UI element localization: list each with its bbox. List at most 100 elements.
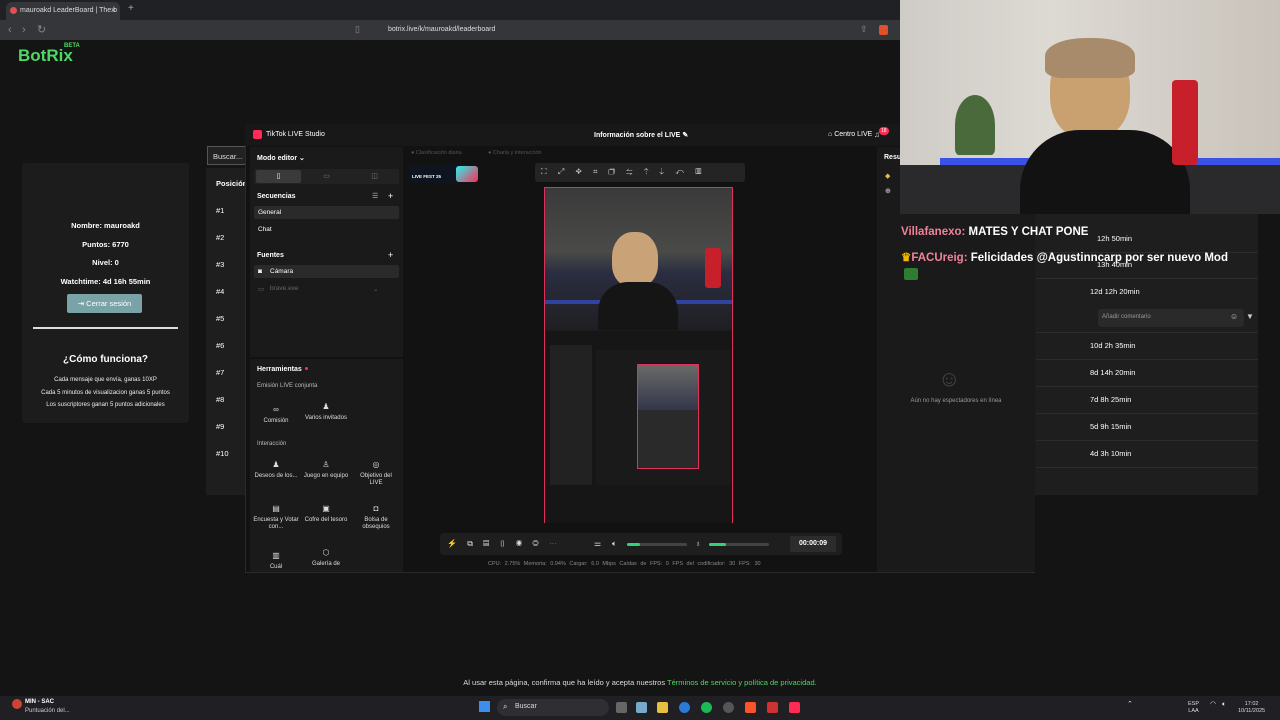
list-icon[interactable]: ☰ [372, 192, 378, 200]
undo-icon[interactable]: ↶ [675, 167, 684, 176]
add-sequence-icon[interactable]: + [388, 191, 393, 201]
tool-label: Juego en equipo [303, 473, 349, 479]
microphone-icon[interactable]: ♁ [695, 539, 701, 548]
search-input[interactable]: Buscar... [207, 146, 247, 165]
quiz-tool[interactable]: ▥ Cuál [253, 552, 299, 571]
split-icon[interactable]: ◫ [352, 170, 397, 183]
file-explorer-icon[interactable] [657, 702, 668, 713]
commission-tool[interactable]: ∞ Comisión [253, 406, 299, 425]
windows-start-icon[interactable] [479, 701, 490, 712]
new-tab-icon[interactable]: + [128, 3, 134, 14]
phone-icon[interactable]: ▯ [499, 539, 505, 548]
language-indicator[interactable]: ESP LAA [1188, 701, 1199, 715]
mixer-icon[interactable]: ⚌ [594, 539, 601, 548]
watchtime-cell: 12d 12h 20min [1090, 287, 1140, 296]
live-info-link[interactable]: Información sobre el LIVE ✎ [594, 131, 688, 139]
screenshot-icon[interactable]: ▤ [483, 539, 489, 548]
tray-chevron-icon[interactable]: ⌃ [1127, 701, 1133, 708]
brave-icon[interactable] [745, 702, 756, 713]
layer-down-icon[interactable]: ⇣ [660, 167, 665, 176]
gift-bag-tool[interactable]: ◘ Bolsa de obsequios [353, 505, 399, 531]
beta-badge: BETA [64, 43, 80, 49]
volume-icon[interactable]: 🔈︎ [1222, 701, 1226, 708]
source-item-brave[interactable]: brave.exe [270, 285, 299, 292]
results-label: Resu [884, 154, 902, 161]
tab-favicon-icon [10, 7, 17, 14]
crop-icon[interactable]: ⌗ [593, 167, 598, 176]
window-icon: ▭ [258, 286, 265, 293]
poll-tool[interactable]: ▤ Encuesta y Votar con... [253, 505, 299, 531]
rank-cell: #7 [216, 368, 225, 377]
bookmark-icon[interactable]: ▯ [355, 24, 360, 35]
team-game-tool[interactable]: ♙ Juego en equipo [303, 461, 349, 480]
notification-title[interactable]: MIN - SAC [25, 699, 54, 705]
layout-icon[interactable]: ⧉ [467, 539, 473, 548]
brave-shield-icon[interactable] [879, 25, 888, 35]
live-goal-tool[interactable]: ◎ Objetivo del LIVE [353, 461, 399, 487]
filter-icon[interactable]: ▼ [1246, 312, 1254, 321]
sequences-title: Secuencias [257, 193, 296, 200]
logout-button[interactable]: ⇥ Cerrar sesión [67, 294, 142, 313]
live-fest-logo-icon [456, 166, 478, 182]
rank-cell: #4 [216, 287, 225, 296]
portrait-icon[interactable]: ▯ [256, 170, 301, 183]
more-icon[interactable]: ⋯ [549, 539, 557, 548]
speaker-icon[interactable]: 🔈︎ [612, 539, 617, 549]
spotify-icon[interactable] [701, 702, 712, 713]
tool-label: Cuál [269, 564, 283, 570]
taskbar-search[interactable]: Buscar [497, 699, 609, 716]
people-icon: ♟ [272, 460, 280, 469]
wishes-tool[interactable]: ♟ Deseos de los... [253, 461, 299, 480]
chevron-down-icon[interactable]: ⌄ [373, 285, 378, 293]
sequence-item-chat[interactable]: Chat [258, 226, 272, 233]
clock[interactable]: 17:02 10/11/2025 [1238, 701, 1265, 715]
task-view-icon[interactable] [616, 702, 627, 713]
botrix-logo[interactable]: BotRix [18, 46, 73, 66]
obs-icon[interactable] [723, 702, 734, 713]
canvas-toolbar-icons[interactable]: ⛶ ⤢ ✥ ⌗ ❐ ⇋ ⇡ ⇣ ↶ ▥ [541, 167, 701, 177]
browser-tab[interactable]: mauroakd LeaderBoard | The b × [6, 2, 120, 20]
app-icon[interactable] [767, 702, 778, 713]
url-field[interactable]: botrix.live/k/mauroakd/leaderboard [370, 23, 870, 37]
editor-mode-dropdown[interactable]: Modo editor ⌄ [257, 154, 305, 162]
layer-up-icon[interactable]: ⇡ [644, 167, 649, 176]
multi-guest-tool[interactable]: ♟ Varios invitados [303, 403, 349, 422]
comment-input[interactable]: Añadir comentario [1098, 309, 1244, 327]
copy-icon[interactable]: ❐ [609, 167, 615, 176]
close-tab-icon[interactable]: × [111, 5, 116, 15]
record-icon[interactable]: ◉ [516, 539, 522, 548]
profile-name: Nombre: mauroakd [71, 221, 140, 230]
gallery-tool[interactable]: ⬡ Galería de [303, 549, 349, 568]
rank-cell: #10 [216, 449, 229, 458]
terms-footer: Al usar esta página, confirma que ha leí… [0, 678, 1280, 687]
row-divider [1036, 359, 1258, 360]
reload-icon[interactable]: ↻ [37, 23, 46, 36]
logout-label: Cerrar sesión [86, 299, 132, 308]
fit-icon[interactable]: ⛶ [541, 167, 547, 176]
tiktok-icon[interactable] [789, 702, 800, 713]
row-divider [1036, 332, 1258, 333]
trash-icon[interactable]: ▥ [695, 167, 701, 176]
terms-link[interactable]: Términos de servicio y política de priva… [667, 678, 817, 687]
landscape-icon[interactable]: ▭ [304, 170, 349, 183]
edge-icon[interactable] [679, 702, 690, 713]
tool-label: Comisión [263, 418, 289, 424]
emoji-icon[interactable]: ☺ [1230, 312, 1238, 321]
tool-label: Bolsa de obsequios [362, 517, 390, 530]
no-viewers-text: Aún no hay espectadores en línea [910, 398, 1002, 404]
wifi-icon[interactable]: ◠ [1210, 701, 1216, 708]
copilot-icon[interactable] [636, 702, 647, 713]
forward-icon[interactable]: › [22, 24, 26, 36]
nested-panel [550, 345, 592, 485]
expand-icon[interactable]: ⤢ [558, 167, 564, 176]
back-icon[interactable]: ‹ [8, 24, 12, 36]
share-icon[interactable]: ⇪ [860, 24, 868, 35]
magic-icon[interactable]: ⚡ [447, 539, 457, 548]
add-source-icon[interactable]: + [388, 250, 393, 260]
center-icon[interactable]: ✥ [575, 167, 581, 176]
treasure-chest-tool[interactable]: ▣ Cofre del tesoro [303, 505, 349, 524]
centro-live-button[interactable]: ⌂ Centro LIVE [828, 131, 872, 138]
flip-icon[interactable]: ⇋ [626, 167, 632, 176]
team-icon: ♙ [322, 460, 330, 469]
stream-icon[interactable]: ◎ [532, 539, 538, 548]
